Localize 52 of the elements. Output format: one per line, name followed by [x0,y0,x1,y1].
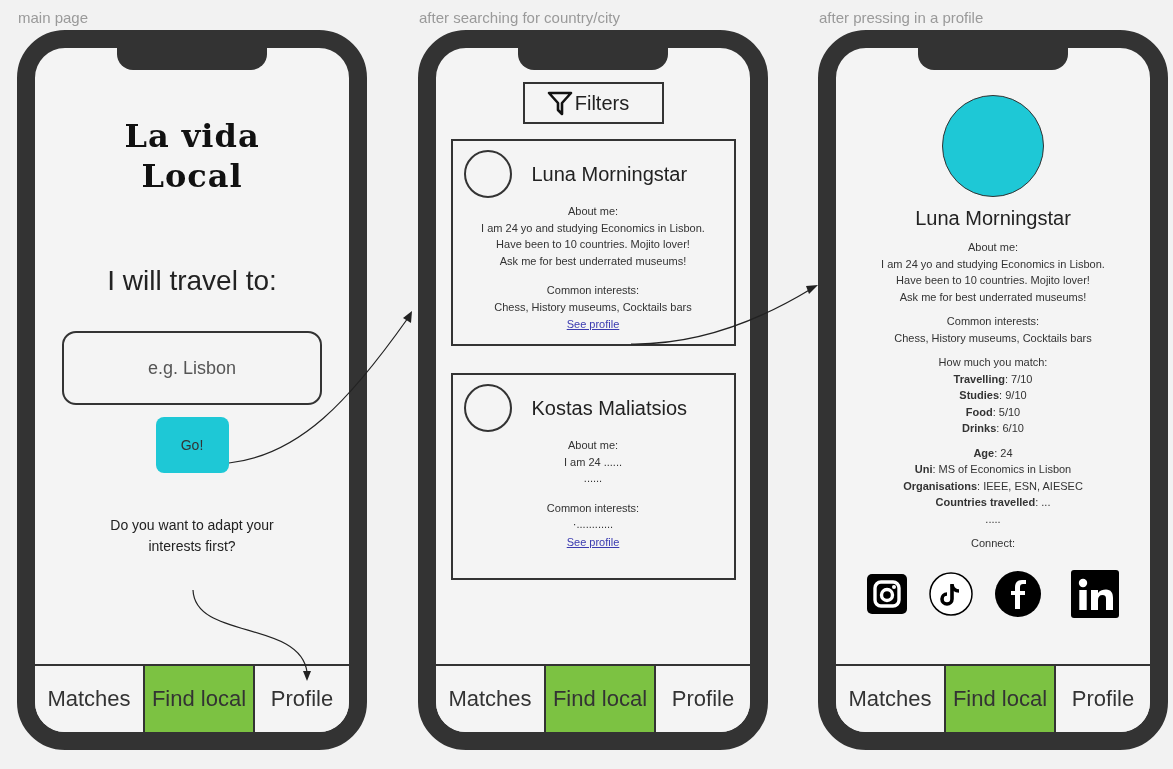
about-text: I am 24 yo and studying Economics in Lisbon. [481,220,705,236]
avatar-circle [463,384,512,432]
screen-caption: after searching for country/city [418,8,621,28]
prompt-text: I will travel to: [107,264,277,298]
profile-text: About me: [967,240,1019,255]
profile-text: Travelling: 7/10 [953,371,1033,387]
profile-name: Kostas Maliatsios [531,396,688,420]
interests-label: Common interests: [546,283,640,298]
about-text: ...... [583,471,603,486]
about-label: About me: [567,204,619,219]
profile-text: Food: 5/10 [965,404,1021,420]
screen-caption: after pressing in a profile [818,8,985,28]
profile-text: Uni: MS of Economics in Lisbon [914,462,1072,477]
profile-name: Luna Morningstar [915,206,1071,231]
profile-text: Connect: [971,536,1015,551]
nav-tab[interactable]: Find local [544,666,656,732]
profile-text: Countries travelled: ... [935,495,1051,510]
profile-text: ..... [985,511,1001,527]
about-text: I am 24 ...... [563,454,623,470]
profile-text: Ask me for best underrated museums! [899,289,1087,305]
profile-text: Organisations: IEEE, ESN, AIESEC [903,478,1083,494]
about-text: Ask me for best underrated museums! [499,253,687,269]
profile-text: Chess, History museums, Cocktails bars [894,330,1092,346]
circle-logo-icon [995,570,1041,617]
filters-button[interactable]: Filters [522,82,664,124]
profile-text: How much you match: [938,355,1048,370]
interests-text: Chess, History museums, Cocktails bars [494,299,692,315]
profile-text: Have been to 10 countries. Mojito lover! [896,273,1090,288]
about-label: About me: [567,438,619,453]
profile-text: Age: 24 [973,445,1013,461]
profile-text: I am 24 yo and studying Economics in Lisbon. [881,256,1105,272]
about-text: Have been to 10 countries. Mojito lover! [496,237,690,252]
see-profile-link[interactable]: See profile [566,315,620,333]
funnel-icon [546,89,573,117]
screen-caption: main page [17,8,90,28]
interests-label: Common interests: [546,500,640,516]
square-logo-icon [1071,569,1119,618]
profile-text: Drinks: 6/10 [962,421,1024,436]
see-profile-link[interactable]: See profile [566,532,620,551]
go-button[interactable]: Go! [155,417,229,473]
avatar-circle [463,150,512,198]
app-title: La vida Local [123,116,261,196]
nav-tab[interactable]: Find local [944,666,1056,732]
profile-name: Luna Morningstar [531,162,688,186]
destination-field[interactable]: e.g. Lisbon [62,331,322,405]
music-note-icon [929,571,973,616]
question-text: Do you want to adapt your interests first? [109,516,275,556]
nav-tab[interactable]: Find local [143,666,255,732]
interests-text: ·............ [572,517,614,532]
profile-text: Common interests: [946,314,1040,329]
camera-icon [867,573,907,614]
profile-text: Studies: 9/10 [959,388,1027,403]
